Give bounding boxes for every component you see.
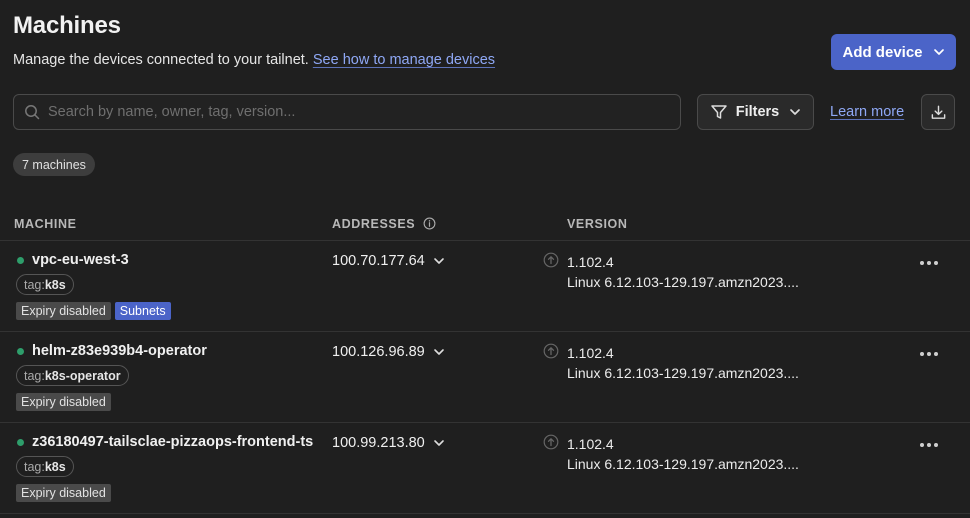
machine-name[interactable]: z36180497-tailsclae-pizzaops-frontend-ts [32,434,313,450]
online-status-dot [17,439,24,446]
update-arrow-icon [543,252,559,268]
expiry-disabled-badge: Expiry disabled [16,302,111,320]
more-icon[interactable] [915,436,943,454]
online-status-dot [17,257,24,264]
column-header-addresses: ADDRESSES [332,217,436,231]
tag-pill: tag: k8s [16,456,74,477]
update-arrow-icon [543,434,559,450]
add-device-label: Add device [842,43,923,61]
subnets-badge: Subnets [114,302,171,320]
tag-prefix: tag: [24,277,45,292]
expiry-disabled-badge: Expiry disabled [16,484,111,502]
ip-address: 100.126.96.89 [332,344,425,360]
tag-value: k8s [44,459,66,474]
filter-icon [710,105,727,119]
tag-value: k8s-operator [44,368,121,383]
os-version: Linux 6.12.103-129.197.amzn2023.... [567,274,799,290]
tag-prefix: tag: [24,459,45,474]
badge-group: Expiry disabled [16,393,111,411]
table-row[interactable]: helm-z83e939b4-operator tag: k8s-operator… [0,332,970,423]
tag-pill: tag: k8s-operator [16,365,129,386]
tag-pill: tag: k8s [16,274,74,295]
tag-value: k8s [44,277,66,292]
version-info: 1.102.4 Linux 6.12.103-129.197.amzn2023.… [567,252,799,292]
chevron-down-icon [433,349,444,355]
machines-page: Machines Manage the devices connected to… [0,0,970,518]
update-arrow-icon [543,343,559,359]
version-number: 1.102.4 [567,436,614,452]
more-icon[interactable] [915,254,943,272]
machine-name[interactable]: vpc-eu-west-3 [32,252,129,268]
page-title: Machines [13,12,121,39]
ip-address: 100.70.177.64 [332,253,425,269]
online-status-dot [17,348,24,355]
badge-group: Expiry disabled Subnets [16,302,171,320]
search-icon [25,105,40,120]
table-row[interactable]: vpc-eu-west-3 tag: k8s Expiry disabled Su… [0,241,970,332]
info-icon[interactable] [423,217,436,230]
ip-address: 100.99.213.80 [332,435,425,451]
chevron-down-icon [433,440,444,446]
add-device-button[interactable]: Add device [831,34,956,70]
address-dropdown[interactable]: 100.99.213.80 [332,435,445,451]
filters-button[interactable]: Filters [697,94,814,130]
column-header-machine: MACHINE [14,217,77,231]
version-info: 1.102.4 Linux 6.12.103-129.197.amzn2023.… [567,434,799,474]
addresses-header-label: ADDRESSES [332,217,416,231]
os-version: Linux 6.12.103-129.197.amzn2023.... [567,456,799,472]
subtitle-text: Manage the devices connected to your tai… [13,52,309,68]
more-icon[interactable] [915,345,943,363]
expiry-disabled-badge: Expiry disabled [16,393,111,411]
version-number: 1.102.4 [567,254,614,270]
chevron-down-icon [433,258,444,264]
search-input[interactable] [48,104,680,120]
address-dropdown[interactable]: 100.70.177.64 [332,253,445,269]
page-subtitle: Manage the devices connected to your tai… [13,52,495,68]
version-info: 1.102.4 Linux 6.12.103-129.197.amzn2023.… [567,343,799,383]
search-box [13,94,681,130]
download-icon [931,105,945,119]
tag-prefix: tag: [24,368,45,383]
machine-count-badge: 7 machines [13,153,95,176]
manage-devices-link[interactable]: See how to manage devices [313,52,495,68]
version-number: 1.102.4 [567,345,614,361]
machine-name[interactable]: helm-z83e939b4-operator [32,343,207,359]
export-button[interactable] [921,94,955,130]
address-dropdown[interactable]: 100.126.96.89 [332,344,445,360]
filters-label: Filters [735,104,780,120]
column-header-version: VERSION [567,217,628,231]
chevron-down-icon [790,109,801,115]
badge-group: Expiry disabled [16,484,111,502]
learn-more-link[interactable]: Learn more [830,104,904,120]
chevron-down-icon [933,49,944,55]
os-version: Linux 6.12.103-129.197.amzn2023.... [567,365,799,381]
table-row[interactable]: z36180497-tailsclae-pizzaops-frontend-ts… [0,423,970,514]
